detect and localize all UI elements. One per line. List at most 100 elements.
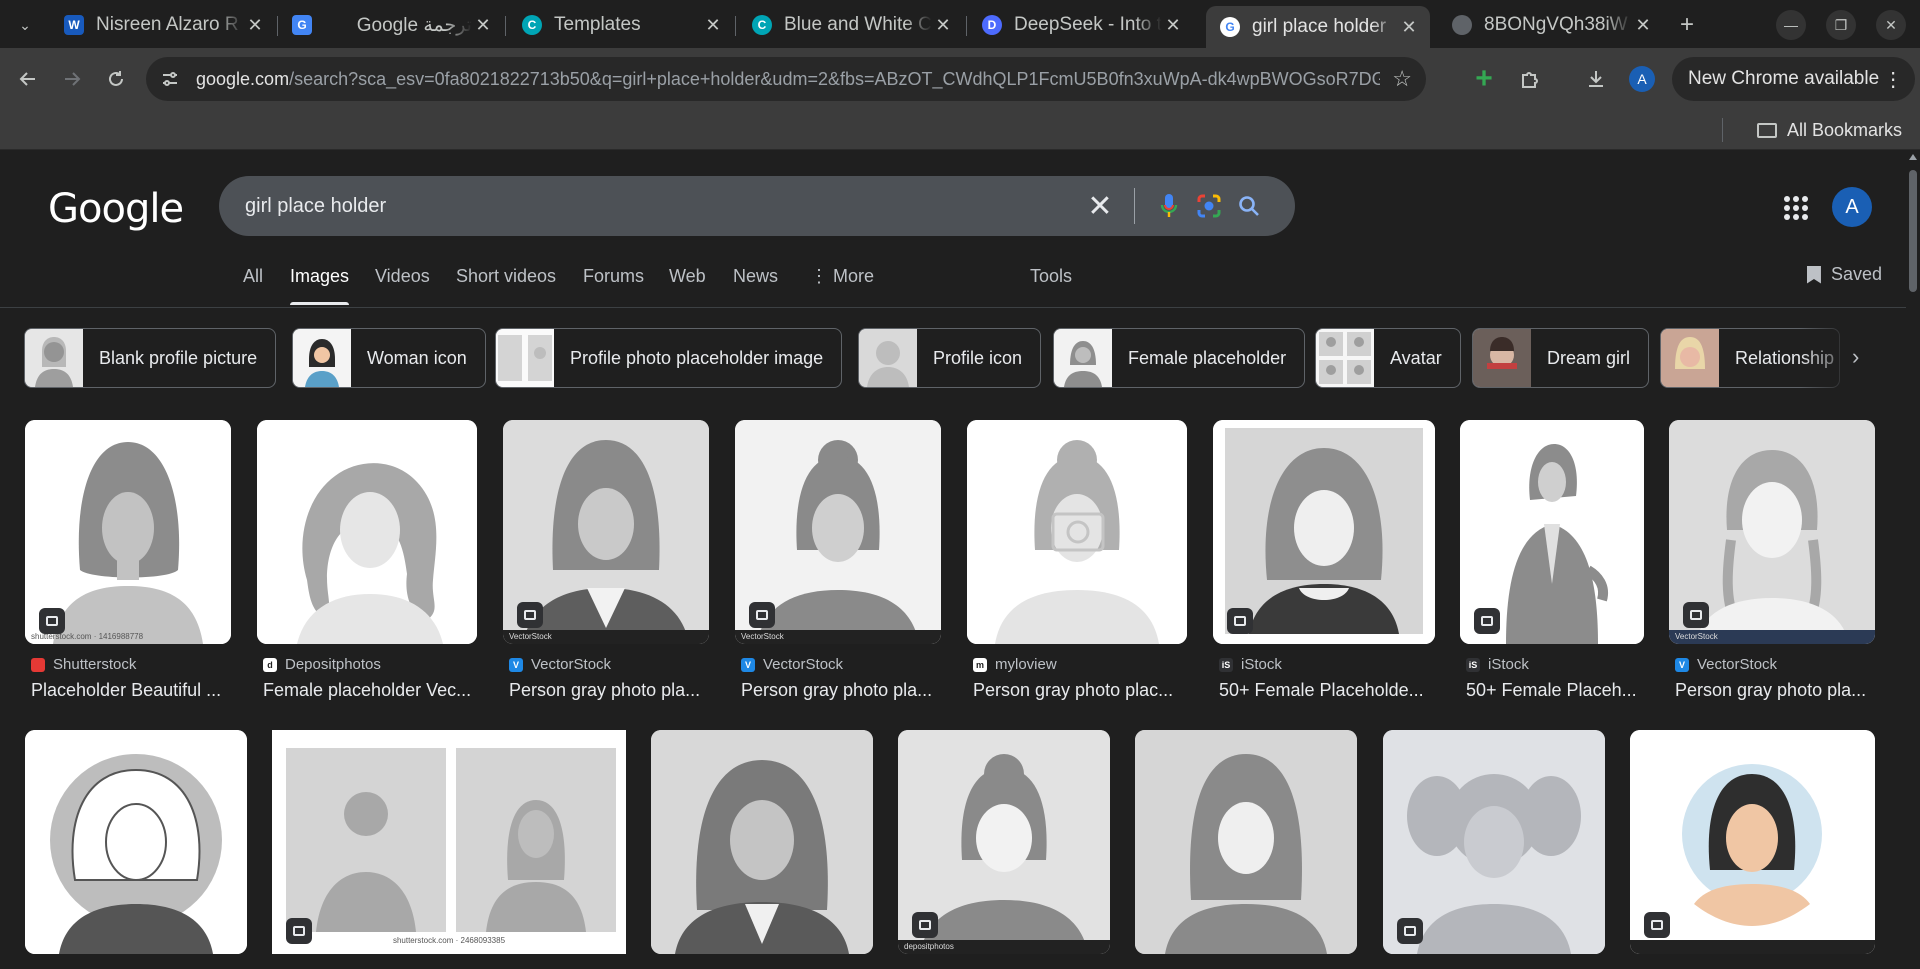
tab-all[interactable]: All: [243, 266, 263, 287]
result-image[interactable]: VectorStock: [503, 420, 709, 644]
browser-tab[interactable]: C Templates ✕: [508, 6, 734, 44]
result-title[interactable]: Person gray photo pla...: [509, 680, 709, 701]
close-icon[interactable]: ✕: [244, 15, 266, 36]
chevron-right-icon[interactable]: ›: [1852, 344, 1859, 370]
browser-tab-active[interactable]: G girl place holder ✕: [1206, 6, 1430, 48]
result-image[interactable]: [25, 730, 247, 954]
result-image[interactable]: [651, 730, 873, 954]
tab-tools[interactable]: Tools: [1030, 266, 1072, 287]
result-title[interactable]: Person gray photo pla...: [1675, 680, 1875, 701]
close-icon[interactable]: ✕: [1398, 17, 1420, 38]
chip-blank-profile-picture[interactable]: Blank profile picture: [24, 328, 277, 388]
canva-icon: C: [752, 15, 772, 35]
forward-arrow-icon[interactable]: [56, 63, 88, 95]
browser-tab[interactable]: G Google ترجمة ✕: [278, 6, 504, 44]
reload-icon[interactable]: [100, 63, 132, 95]
result-source[interactable]: V VectorStock: [509, 656, 611, 673]
chip-profile-photo-placeholder-image[interactable]: Profile photo placeholder image: [495, 328, 843, 388]
result-image[interactable]: depositphotos: [898, 730, 1110, 954]
scroll-up-icon[interactable]: [1909, 154, 1917, 160]
profile-avatar-small[interactable]: A: [1626, 63, 1658, 95]
tab-title: Blue and White C: [784, 14, 932, 35]
account-avatar[interactable]: A: [1832, 187, 1872, 227]
google-lens-icon[interactable]: [1189, 186, 1229, 226]
close-icon[interactable]: ✕: [702, 15, 724, 36]
google-images-page: Google girl place holder ✕ A All Images …: [0, 150, 1906, 969]
result-source[interactable]: iS iStock: [1219, 656, 1282, 673]
result-source[interactable]: V VectorStock: [741, 656, 843, 673]
tab-news[interactable]: News: [733, 266, 778, 287]
close-icon[interactable]: ✕: [1632, 15, 1654, 36]
saved-button[interactable]: Saved: [1806, 264, 1882, 285]
result-title[interactable]: Placeholder Beautiful ...: [31, 680, 231, 701]
result-image[interactable]: shutterstock.com · 1416988778: [25, 420, 231, 644]
result-image[interactable]: shutterstock.com · 2468093385: [272, 730, 626, 954]
result-title[interactable]: 50+ Female Placeholde...: [1219, 680, 1435, 701]
download-icon[interactable]: [1580, 63, 1612, 95]
result-title[interactable]: Female placeholder Vec...: [263, 680, 477, 701]
search-input[interactable]: girl place holder: [245, 195, 1080, 218]
scrollbar-thumb[interactable]: [1909, 170, 1917, 292]
result-image[interactable]: [257, 420, 477, 644]
microphone-icon[interactable]: [1149, 186, 1189, 226]
tab-search-chevron-icon[interactable]: ⌄: [10, 10, 40, 40]
search-box[interactable]: girl place holder ✕: [219, 176, 1295, 236]
chip-female-placeholder[interactable]: Female placeholder: [1053, 328, 1306, 388]
google-apps-grid-icon[interactable]: [1782, 194, 1810, 222]
istock-icon: iS: [1219, 657, 1233, 672]
result-image[interactable]: [1213, 420, 1435, 644]
search-icon[interactable]: [1229, 186, 1269, 226]
minimize-icon[interactable]: —: [1776, 10, 1806, 40]
result-image[interactable]: [1630, 730, 1875, 954]
result-title[interactable]: Person gray photo plac...: [973, 680, 1187, 701]
result-source[interactable]: iS iStock: [1466, 656, 1529, 673]
extensions-puzzle-icon[interactable]: [1514, 63, 1546, 95]
tab-web[interactable]: Web: [669, 266, 706, 287]
result-source[interactable]: Shutterstock: [31, 656, 136, 673]
tab-title: 8BONgVQh38iW: [1484, 14, 1628, 35]
extension-plus-icon[interactable]: +: [1468, 62, 1500, 95]
globe-icon: [1452, 15, 1472, 35]
google-logo[interactable]: Google: [48, 186, 184, 232]
restore-icon[interactable]: ❐: [1826, 10, 1856, 40]
chip-profile-icon[interactable]: Profile icon: [858, 328, 1042, 388]
window-close-icon[interactable]: ✕: [1876, 10, 1906, 40]
result-image[interactable]: VectorStock: [735, 420, 941, 644]
result-image[interactable]: [1460, 420, 1644, 644]
clear-search-icon[interactable]: ✕: [1080, 189, 1120, 224]
chip-avatar[interactable]: Avatar: [1315, 328, 1461, 388]
result-title[interactable]: Person gray photo pla...: [741, 680, 941, 701]
result-image[interactable]: [1383, 730, 1605, 954]
result-image[interactable]: [1135, 730, 1357, 954]
page-scrollbar[interactable]: [1906, 150, 1920, 969]
browser-tab[interactable]: W Nisreen Alzaro R ✕: [50, 6, 276, 44]
result-image[interactable]: VectorStock: [1669, 420, 1875, 644]
result-source[interactable]: V VectorStock: [1675, 656, 1777, 673]
browser-tab[interactable]: D DeepSeek - Into t ✕: [968, 6, 1194, 44]
site-settings-icon[interactable]: [160, 69, 180, 89]
chip-dream-girl[interactable]: Dream girl: [1472, 328, 1650, 388]
result-image[interactable]: [967, 420, 1187, 644]
address-bar[interactable]: google.com/search?sca_esv=0fa8021822713b…: [146, 57, 1426, 101]
result-source[interactable]: m myloview: [973, 656, 1057, 673]
google-icon: G: [1220, 17, 1240, 37]
tab-short-videos[interactable]: Short videos: [456, 266, 556, 287]
tab-videos[interactable]: Videos: [375, 266, 430, 287]
close-icon[interactable]: ✕: [932, 15, 954, 36]
tab-images[interactable]: Images: [290, 266, 350, 305]
browser-tab[interactable]: 8BONgVQh38iW ✕: [1438, 6, 1664, 44]
new-chrome-available-button[interactable]: New Chrome available ⋮: [1672, 57, 1916, 101]
all-bookmarks-button[interactable]: All Bookmarks: [1756, 116, 1902, 144]
new-tab-plus-icon[interactable]: +: [1672, 10, 1702, 40]
chip-woman-icon[interactable]: Woman icon: [292, 328, 486, 388]
browser-tab[interactable]: C Blue and White C ✕: [738, 6, 964, 44]
tab-more[interactable]: ⋮ More: [810, 266, 874, 287]
close-icon[interactable]: ✕: [1162, 15, 1184, 36]
close-icon[interactable]: ✕: [472, 15, 494, 36]
result-title[interactable]: 50+ Female Placeh...: [1466, 680, 1644, 701]
result-source[interactable]: d Depositphotos: [263, 656, 381, 673]
tab-forums[interactable]: Forums: [583, 266, 644, 287]
more-vert-icon[interactable]: ⋮: [1883, 67, 1903, 92]
bookmark-star-icon[interactable]: ☆: [1392, 66, 1412, 92]
back-arrow-icon[interactable]: [12, 63, 44, 95]
